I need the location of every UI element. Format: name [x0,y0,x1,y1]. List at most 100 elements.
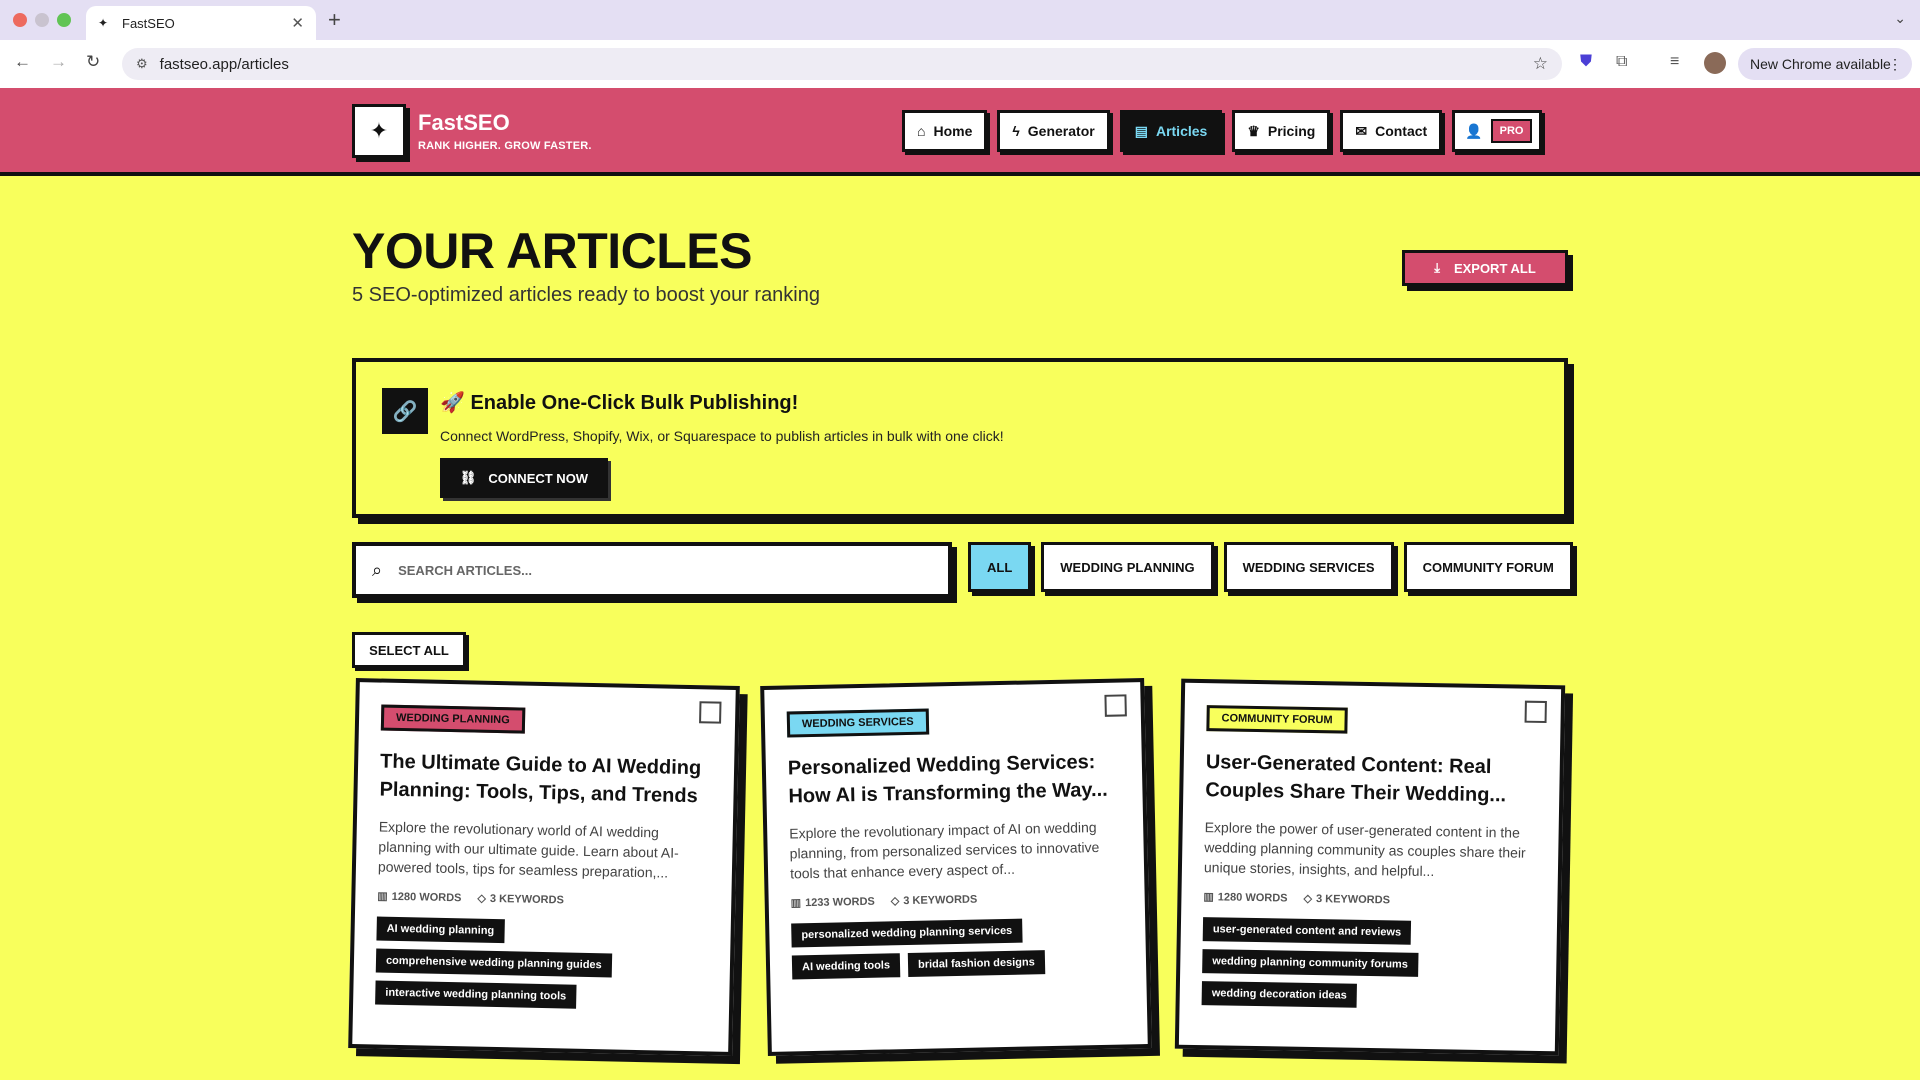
article-title[interactable]: Personalized Wedding Services: How AI is… [788,749,1121,811]
filter-community-forum[interactable]: COMMUNITY FORUM [1403,542,1573,592]
nav-generator-label: Generator [1027,123,1095,139]
keyword-tag: personalized wedding planning services [791,918,1023,948]
back-arrow-icon[interactable]: ← [14,52,31,72]
logo-sparkle-icon[interactable]: ✦ [352,104,406,158]
article-card[interactable]: WEDDING PLANNING The Ultimate Guide to A… [348,678,740,1056]
nav-contact[interactable]: ✉ Contact [1340,110,1443,152]
bar-chart-icon: ▥ [790,897,802,910]
nav-pricing-label: Pricing [1267,123,1316,139]
browser-toolbar: ← → ↻ ⚙ fastseo.app/articles ☆ ⛊ ⧉ ≡ New… [0,40,1920,88]
zap-icon: ϟ [1012,123,1020,139]
connect-now-button[interactable]: ⛓ CONNECT NOW [440,458,608,498]
keyword-count: 3 KEYWORDS [903,893,978,907]
browser-tab[interactable]: ✦ FastSEO ✕ [86,6,316,40]
browser-tab-bar: ✦ FastSEO ✕ + ⌄ [0,0,1920,40]
home-icon: ⌂ [917,123,926,139]
shield-extension-icon[interactable]: ⛊ [1580,53,1592,71]
bulk-publishing-banner: 🔗 🚀 Enable One-Click Bulk Publishing! Co… [352,358,1568,518]
keyword-tag: wedding decoration ideas [1201,980,1358,1008]
chrome-update-label: New Chrome available [1750,56,1891,72]
mail-icon: ✉ [1355,122,1368,139]
keyword-tag: AI wedding planning [376,916,505,943]
filter-wedding-planning[interactable]: WEDDING PLANNING [1041,542,1214,592]
article-checkbox[interactable] [699,701,722,724]
account-button[interactable]: 👤 PRO [1452,110,1543,152]
article-card[interactable]: COMMUNITY FORUM User-Generated Content: … [1174,678,1566,1056]
brand-name[interactable]: FastSEO [418,110,510,136]
keyword-count: 3 KEYWORDS [1315,892,1391,907]
brand-tagline: RANK HIGHER. GROW FASTER. [418,140,592,152]
tag-icon: ◇ [1303,892,1313,905]
keyword-tag: AI wedding tools [791,953,901,980]
nav-generator[interactable]: ϟ Generator [997,110,1110,152]
more-options-icon[interactable]: ⋮ [1888,56,1902,73]
keyword-count: 3 KEYWORDS [489,892,564,907]
keyword-list: personalized wedding planning services A… [791,916,1124,980]
tag-icon: ◇ [477,892,487,905]
word-count: 1280 WORDS [1217,891,1288,905]
keyword-list: AI wedding planning comprehensive weddin… [375,916,709,1011]
close-window-button[interactable] [13,13,27,27]
tag-icon: ◇ [890,895,900,908]
category-filters: ALL WEDDING PLANNING WEDDING SERVICES CO… [968,542,1573,592]
nav-contact-label: Contact [1375,123,1428,139]
banner-text: Connect WordPress, Shopify, Wix, or Squa… [440,428,1004,444]
article-checkbox[interactable] [1104,694,1127,717]
download-icon: ⤓ [1434,260,1440,275]
close-tab-icon[interactable]: ✕ [291,14,304,32]
site-header: ✦ FastSEO RANK HIGHER. GROW FASTER. ⌂ Ho… [0,88,1920,176]
keyword-tag: interactive wedding planning tools [375,980,577,1009]
link-icon: 🔗 [382,388,428,434]
forward-arrow-icon[interactable]: → [50,52,67,72]
media-control-icon[interactable]: ≡ [1670,53,1679,71]
url-text[interactable]: fastseo.app/articles [160,56,1533,73]
connect-now-label: CONNECT NOW [488,470,589,486]
nav-articles-label: Articles [1155,123,1208,139]
bar-chart-icon: ▥ [1203,890,1214,904]
chrome-update-button[interactable]: New Chrome available ⋮ [1738,48,1912,80]
word-count: 1233 WORDS [805,895,875,909]
banner-title: 🚀 Enable One-Click Bulk Publishing! [440,392,799,414]
bookmark-star-icon[interactable]: ☆ [1533,54,1548,74]
article-card[interactable]: WEDDING SERVICES Personalized Wedding Se… [760,678,1152,1056]
search-box: ⌕ [352,542,952,598]
chevron-down-icon[interactable]: ⌄ [1894,10,1906,27]
reload-icon[interactable]: ↻ [86,52,100,72]
article-meta: ▥ 1280 WORDS ◇ 3 KEYWORDS [1203,890,1535,909]
article-title[interactable]: The Ultimate Guide to AI Wedding Plannin… [379,749,712,811]
select-all-button[interactable]: SELECT ALL [352,632,466,668]
article-checkbox[interactable] [1524,700,1547,724]
keyword-tag: wedding planning community forums [1202,948,1419,977]
nav-articles[interactable]: ▤ Articles [1119,110,1223,152]
article-description: Explore the revolutionary impact of AI o… [789,819,1100,882]
article-description: Explore the power of user-generated cont… [1203,819,1526,880]
keyword-tag: bridal fashion designs [907,949,1046,977]
article-title[interactable]: User-Generated Content: Real Couples Sha… [1205,749,1538,810]
sparkle-icon: ✦ [98,16,109,30]
site-settings-icon[interactable]: ⚙ [136,56,148,72]
address-bar[interactable]: ⚙ fastseo.app/articles ☆ [122,48,1562,80]
search-input[interactable] [398,562,932,578]
word-count: 1280 WORDS [391,890,462,905]
tab-title: FastSEO [122,15,175,31]
article-meta: ▥ 1233 WORDS ◇ 3 KEYWORDS [791,889,1123,909]
page-title: YOUR ARTICLES [352,223,753,279]
article-meta: ▥ 1280 WORDS ◇ 3 KEYWORDS [377,889,709,909]
profile-avatar[interactable] [1704,52,1726,74]
filter-all[interactable]: ALL [968,542,1032,592]
nav-home[interactable]: ⌂ Home [902,110,988,152]
article-description: Explore the revolutionary world of AI we… [377,818,679,881]
nav-pricing[interactable]: ♛ Pricing [1232,110,1331,152]
maximize-window-button[interactable] [57,13,71,27]
page-subtitle: 5 SEO-optimized articles ready to boost … [352,284,820,306]
bar-chart-icon: ▥ [377,890,388,903]
keyword-tag: user-generated content and reviews [1202,916,1412,945]
extensions-puzzle-icon[interactable]: ⧉ [1616,53,1627,71]
new-tab-button[interactable]: + [328,7,341,33]
export-all-button[interactable]: ⤓ EXPORT ALL [1402,250,1568,286]
link-icon: ⛓ [459,470,477,485]
export-all-label: EXPORT ALL [1453,260,1536,276]
document-icon: ▤ [1134,122,1148,139]
filter-wedding-services[interactable]: WEDDING SERVICES [1223,542,1394,592]
minimize-window-button[interactable] [35,13,49,27]
